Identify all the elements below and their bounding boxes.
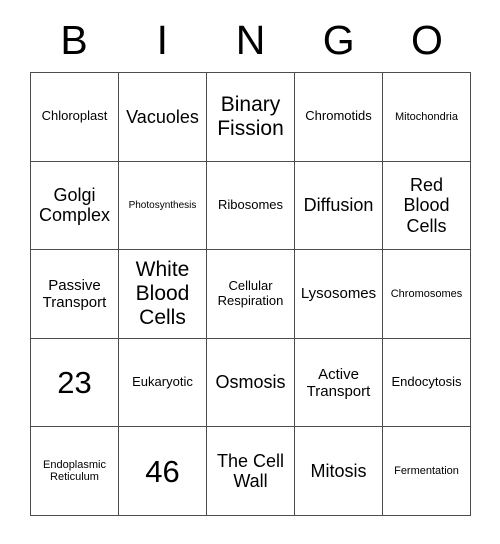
bingo-cell-o4[interactable]: Endocytosis [383,338,471,428]
bingo-cell-label: 46 [145,453,180,489]
bingo-cell-o3[interactable]: Chromosomes [383,250,471,339]
bingo-cell-i3[interactable]: White Blood Cells [119,250,207,339]
bingo-cell-label: Passive Transport [42,276,107,311]
bingo-cell-label: Mitochondria [395,110,458,123]
bingo-cell-label: Chromosomes [390,287,463,300]
bingo-cell-label: Osmosis [215,372,286,393]
bingo-cell-b3[interactable]: Passive Transport [31,250,119,339]
bingo-cell-g3[interactable]: Lysosomes [295,250,383,339]
bingo-cell-label: Red Blood Cells [403,174,450,236]
bingo-cell-label: Active Transport [306,365,371,400]
bingo-cell-n1[interactable]: Binary Fission [207,73,295,162]
bingo-cell-label: Chromotids [305,108,372,124]
bingo-header-letter-i: I [156,16,168,63]
bingo-cell-n3[interactable]: Cellular Respiration [207,250,295,339]
bingo-cell-n5[interactable]: The Cell Wall [207,427,295,516]
bingo-cell-label: Cellular Respiration [217,278,284,308]
bingo-cell-n4[interactable]: Osmosis [207,338,295,428]
bingo-cell-i5[interactable]: 46 [119,427,207,516]
bingo-cell-b5[interactable]: Endoplasmic Reticulum [31,427,119,516]
bingo-cell-i2[interactable]: Photosynthesis [119,161,207,251]
bingo-cell-g4[interactable]: Active Transport [295,338,383,428]
bingo-card: B I N G O Chloroplast Vacuoles Binary Fiss… [0,0,500,544]
bingo-cell-label: Fermentation [394,464,459,477]
bingo-grid: Chloroplast Vacuoles Binary Fission Chromot… [30,72,471,516]
bingo-cell-label: Lysosomes [300,285,377,303]
bingo-cell-g1[interactable]: Chromotids [295,73,383,162]
bingo-cell-label: 23 [57,365,92,401]
bingo-cell-label: White Blood Cells [135,258,190,329]
bingo-cell-i1[interactable]: Vacuoles [119,73,207,162]
bingo-cell-i4[interactable]: Eukaryotic [119,338,207,428]
bingo-cell-b4[interactable]: 23 [31,338,119,428]
bingo-cell-g5[interactable]: Mitosis [295,427,383,516]
bingo-header-letter-o: O [410,16,443,63]
bingo-header-letter-n: N [235,16,266,63]
bingo-cell-label: Vacuoles [126,106,199,127]
bingo-cell-label: Diffusion [303,195,374,216]
bingo-cell-b2[interactable]: Golgi Complex [31,161,119,251]
bingo-header-row: B I N G O [30,8,471,72]
bingo-cell-label: Golgi Complex [38,184,111,226]
bingo-cell-label: Endoplasmic Reticulum [43,458,106,484]
bingo-cell-label: Photosynthesis [128,199,197,211]
bingo-header-letter-g: G [322,16,355,63]
bingo-cell-label: The Cell Wall [216,450,285,492]
bingo-cell-o5[interactable]: Fermentation [383,427,471,516]
bingo-cell-o1[interactable]: Mitochondria [383,73,471,162]
bingo-cell-label: Eukaryotic [132,374,193,390]
bingo-header-letter-b: B [60,16,88,63]
bingo-cell-label: Ribosomes [217,196,284,212]
bingo-cell-b1[interactable]: Chloroplast [31,73,119,162]
bingo-cell-g2[interactable]: Diffusion [295,161,383,251]
bingo-cell-o2[interactable]: Red Blood Cells [383,161,471,251]
bingo-cell-label: Binary Fission [217,92,284,140]
bingo-cell-label: Mitosis [310,460,367,481]
bingo-cell-n2[interactable]: Ribosomes [207,161,295,251]
bingo-cell-label: Endocytosis [391,374,462,390]
bingo-cell-label: Chloroplast [41,108,108,124]
